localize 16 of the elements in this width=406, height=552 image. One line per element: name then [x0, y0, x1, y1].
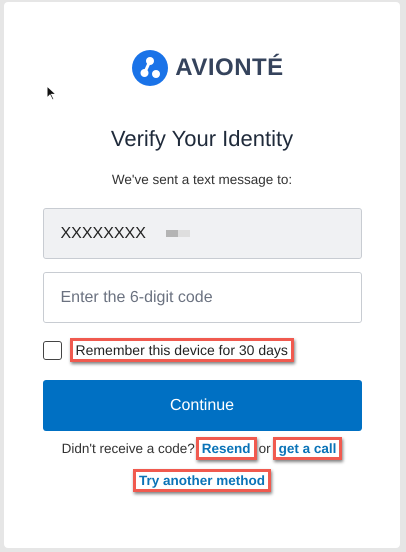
remember-label: Remember this device for 30 days: [70, 338, 294, 362]
subtitle: We've sent a text message to:: [112, 172, 292, 187]
continue-button[interactable]: Continue: [42, 380, 362, 431]
mouse-cursor-icon: [46, 85, 57, 101]
phone-number: XXXXXXXX: [60, 224, 146, 242]
redaction-mark: [166, 230, 190, 237]
separator-text: or: [258, 441, 271, 456]
resend-link[interactable]: Resend: [196, 437, 257, 460]
code-input-field[interactable]: Enter the 6-digit code: [42, 272, 362, 323]
logo-icon: [132, 50, 168, 86]
remember-checkbox[interactable]: [42, 340, 62, 360]
logo-text: AVIONTÉ: [175, 54, 284, 82]
page-title: Verify Your Identity: [110, 126, 294, 152]
call-link[interactable]: get a call: [272, 437, 342, 460]
prompt-text: Didn't receive a code?: [62, 441, 195, 456]
other-method-link[interactable]: Try another method: [132, 469, 271, 492]
